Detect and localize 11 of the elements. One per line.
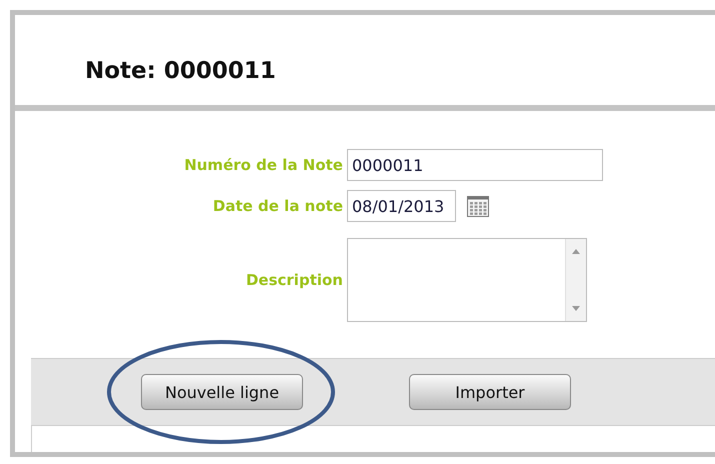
page-title: Note: 0000011 bbox=[85, 58, 276, 84]
description-field[interactable] bbox=[347, 238, 587, 322]
note-number-field[interactable]: 0000011 bbox=[347, 149, 603, 181]
date-field[interactable]: 08/01/2013 bbox=[347, 190, 456, 222]
scrollbar[interactable] bbox=[565, 239, 586, 321]
calendar-icon[interactable] bbox=[466, 194, 490, 218]
field-label: Description bbox=[244, 271, 344, 289]
field-label: Date de la note bbox=[212, 197, 344, 215]
field-label: Numéro de la Note bbox=[183, 156, 344, 174]
new-line-button[interactable]: Nouvelle ligne bbox=[141, 374, 303, 410]
import-button[interactable]: Importer bbox=[409, 374, 571, 410]
